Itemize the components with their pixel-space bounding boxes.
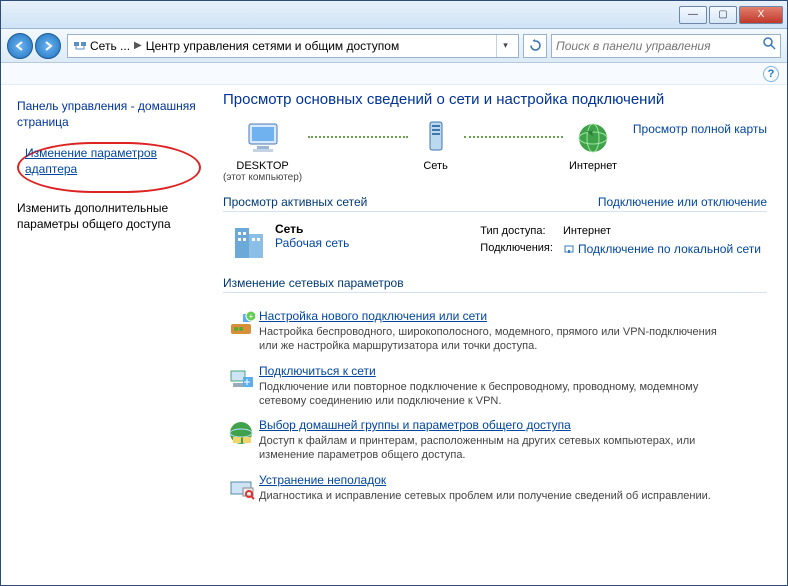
help-strip: ?: [1, 63, 787, 85]
node-this-pc: DESKTOP (этот компьютер): [223, 118, 302, 183]
desktop-icon: [241, 118, 285, 158]
task-desc: Доступ к файлам и принтерам, расположенн…: [259, 434, 719, 463]
breadcrumb-current[interactable]: Центр управления сетями и общим доступом: [146, 39, 400, 53]
refresh-button[interactable]: [523, 34, 547, 58]
network-kind-link[interactable]: Рабочая сеть: [275, 236, 349, 250]
network-properties: Тип доступа: Интернет Подключения: Подкл…: [474, 222, 767, 262]
node-internet-label: Интернет: [569, 160, 617, 172]
close-button[interactable]: X: [739, 6, 783, 24]
active-networks-header: Просмотр активных сетей Подключение или …: [223, 195, 767, 212]
breadcrumb-network[interactable]: Сеть ...: [90, 39, 130, 53]
connect-disconnect-link[interactable]: Подключение или отключение: [598, 195, 767, 209]
network-icon: [72, 38, 88, 54]
forward-button[interactable]: [35, 33, 61, 59]
network-name: Сеть: [275, 222, 303, 236]
task-desc: Настройка беспроводного, широкополосного…: [259, 325, 719, 354]
refresh-icon: [529, 39, 542, 52]
task-item: + Настройка нового подключения или сети На…: [223, 309, 767, 354]
task-item: Устранение неполадок Диагностика и исправ…: [223, 473, 767, 503]
node-network: Сеть: [414, 118, 458, 183]
sidebar-adapter-link[interactable]: Изменение параметров адаптера: [25, 146, 193, 177]
titlebar: — ▢ X: [1, 1, 787, 29]
minimize-button[interactable]: —: [679, 6, 707, 24]
task-title-link[interactable]: Подключиться к сети: [259, 364, 376, 378]
task-desc: Подключение или повторное подключение к …: [259, 380, 719, 409]
task-icon: [223, 473, 259, 503]
node-desktop-sub: (этот компьютер): [223, 172, 302, 183]
svg-text:+: +: [249, 312, 254, 321]
task-desc: Диагностика и исправление сетевых пробле…: [259, 489, 711, 503]
main-content: Просмотр основных сведений о сети и наст…: [211, 85, 787, 585]
back-button[interactable]: [7, 33, 33, 59]
prop-access-key: Тип доступа:: [476, 224, 557, 239]
search-input[interactable]: [552, 39, 758, 53]
change-settings-label: Изменение сетевых параметров: [223, 276, 404, 290]
network-building-icon: [223, 222, 275, 262]
node-network-label: Сеть: [414, 160, 458, 172]
task-title-link[interactable]: Настройка нового подключения или сети: [259, 309, 487, 323]
search-box[interactable]: [551, 34, 781, 58]
search-icon: [758, 36, 780, 55]
address-bar[interactable]: Сеть ... ▶ Центр управления сетями и общ…: [67, 34, 519, 58]
active-networks-label: Просмотр активных сетей: [223, 195, 367, 209]
arrow-right-icon: [42, 40, 54, 52]
connection-line: [464, 136, 563, 138]
maximize-button[interactable]: ▢: [709, 6, 737, 24]
task-icon: [223, 364, 259, 409]
address-dropdown[interactable]: ▾: [496, 34, 514, 58]
server-icon: [414, 118, 458, 158]
node-internet: Интернет: [569, 118, 617, 183]
node-desktop-label: DESKTOP: [223, 160, 302, 172]
task-title-link[interactable]: Устранение неполадок: [259, 473, 386, 487]
full-map-link[interactable]: Просмотр полной карты: [633, 122, 767, 136]
connection-line: [308, 136, 407, 138]
chevron-right-icon: ▶: [134, 40, 142, 51]
globe-icon: [571, 118, 615, 158]
lan-connection-link[interactable]: Подключение по локальной сети: [578, 242, 761, 256]
page-title: Просмотр основных сведений о сети и наст…: [223, 91, 767, 108]
change-settings-header: Изменение сетевых параметров: [223, 276, 767, 293]
highlight-circle: Изменение параметров адаптера: [17, 142, 201, 193]
task-icon: [223, 418, 259, 463]
window: — ▢ X Сеть ... ▶ Центр управления сетями…: [0, 0, 788, 586]
task-item: Выбор домашней группы и параметров общег…: [223, 418, 767, 463]
toolbar: Сеть ... ▶ Центр управления сетями и общ…: [1, 29, 787, 63]
prop-conn-key: Подключения:: [476, 241, 557, 260]
sidebar: Панель управления - домашняя страница Из…: [1, 85, 211, 585]
sidebar-advanced-link[interactable]: Изменить дополнительные параметры общего…: [17, 201, 201, 232]
task-title-link[interactable]: Выбор домашней группы и параметров общег…: [259, 418, 571, 432]
arrow-left-icon: [14, 40, 26, 52]
task-item: Подключиться к сети Подключение или повто…: [223, 364, 767, 409]
ethernet-icon: [563, 243, 575, 258]
prop-access-value: Интернет: [559, 224, 765, 239]
help-icon[interactable]: ?: [763, 66, 779, 82]
task-icon: +: [223, 309, 259, 354]
active-network-row: Сеть Рабочая сеть Тип доступа: Интернет …: [223, 218, 767, 266]
sidebar-home-link[interactable]: Панель управления - домашняя страница: [17, 99, 201, 130]
